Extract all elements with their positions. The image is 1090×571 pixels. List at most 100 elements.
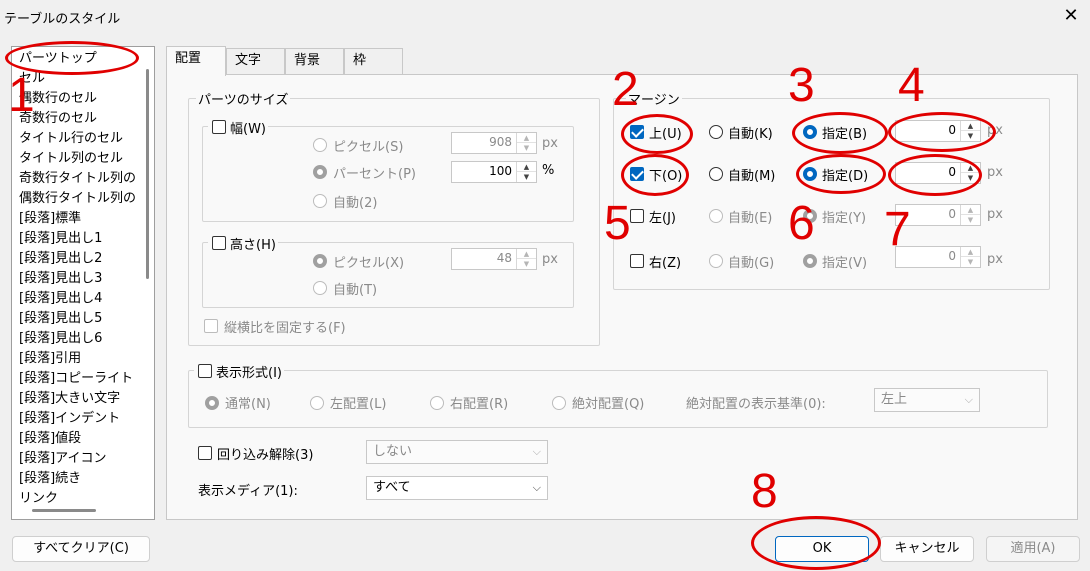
cancel-button[interactable]: キャンセル xyxy=(880,536,974,562)
spin-down-icon[interactable]: ▼ xyxy=(961,215,980,225)
media-label: 表示メディア(1): xyxy=(198,484,298,499)
spin-up-icon[interactable]: ▲ xyxy=(961,247,980,257)
margin-bottom-specify-radio[interactable] xyxy=(803,167,817,181)
spin-up-icon[interactable]: ▲ xyxy=(961,163,980,173)
list-item[interactable]: [段落]見出し3 xyxy=(19,269,102,289)
list-item[interactable]: [段落]標準 xyxy=(19,209,81,229)
margin-right-specify-radio[interactable] xyxy=(803,254,817,268)
width-auto-radio[interactable] xyxy=(313,194,327,208)
list-item[interactable]: [段落]見出し5 xyxy=(19,309,102,329)
list-vertical-scrollbar[interactable] xyxy=(141,47,154,519)
height-auto-radio[interactable] xyxy=(313,281,327,295)
annotation-number-3: 3 xyxy=(788,59,815,112)
list-scroll-thumb[interactable] xyxy=(146,69,149,279)
display-left-radio[interactable] xyxy=(310,396,324,410)
spin-down-icon[interactable]: ▼ xyxy=(517,143,536,153)
list-item[interactable]: [段落]見出し6 xyxy=(19,329,102,349)
margin-bottom-auto-radio[interactable] xyxy=(709,167,723,181)
wrap-clear-checkbox[interactable] xyxy=(198,446,212,460)
list-item[interactable]: [段落]コピーライト xyxy=(19,369,133,389)
list-item[interactable]: パーツトップ xyxy=(19,49,97,69)
width-pixel-label: ピクセル(S) xyxy=(333,140,404,155)
media-select[interactable]: すべて ⌵ xyxy=(366,476,548,500)
margin-right-label: 右(Z) xyxy=(649,256,682,271)
list-item[interactable]: [段落]続き xyxy=(19,469,81,489)
width-checkbox[interactable] xyxy=(212,120,226,134)
margin-bottom-checkbox[interactable] xyxy=(630,167,644,181)
margin-top-checkbox[interactable] xyxy=(630,125,644,139)
spin-up-icon[interactable]: ▲ xyxy=(517,249,536,259)
margin-right-auto-radio[interactable] xyxy=(709,254,723,268)
width-pixel-radio[interactable] xyxy=(313,138,327,152)
wrap-clear-value: しない xyxy=(373,444,413,459)
display-right-label: 右配置(R) xyxy=(450,397,509,412)
list-item[interactable]: 偶数行タイトル列の xyxy=(19,189,136,209)
margin-top-value: 0 xyxy=(948,123,956,137)
annotation-number-2: 2 xyxy=(612,63,639,116)
height-checkbox[interactable] xyxy=(212,236,226,250)
margin-bottom-specify-label: 指定(D) xyxy=(822,169,869,184)
spin-down-icon[interactable]: ▼ xyxy=(961,173,980,183)
spin-down-icon[interactable]: ▼ xyxy=(961,257,980,267)
annotation-number-4: 4 xyxy=(898,59,925,112)
margin-top-specify-label: 指定(B) xyxy=(822,127,868,142)
margin-right-specify-label: 指定(V) xyxy=(822,256,868,271)
clear-all-button[interactable]: すべてクリア(C) xyxy=(12,536,150,562)
margin-left-checkbox[interactable] xyxy=(630,209,644,223)
spin-down-icon[interactable]: ▼ xyxy=(517,259,536,269)
margin-top-auto-radio[interactable] xyxy=(709,125,723,139)
width-percent-label: パーセント(P) xyxy=(333,167,416,182)
margin-bottom-stepper[interactable]: 0 ▲ ▼ xyxy=(895,162,981,184)
list-item[interactable]: タイトル列のセル xyxy=(19,149,123,169)
media-value: すべて xyxy=(373,480,411,495)
tab-layout[interactable]: 配置 xyxy=(166,46,226,76)
ok-button[interactable]: OK xyxy=(775,536,869,562)
wrap-clear-label: 回り込み解除(3) xyxy=(217,448,314,463)
spin-up-icon[interactable]: ▲ xyxy=(961,121,980,131)
margin-left-auto-radio[interactable] xyxy=(709,209,723,223)
spin-down-icon[interactable]: ▼ xyxy=(961,131,980,141)
display-absolute-radio[interactable] xyxy=(552,396,566,410)
display-format-checkbox[interactable] xyxy=(198,364,212,378)
close-icon[interactable]: ✕ xyxy=(1060,4,1082,28)
list-item[interactable]: [段落]見出し2 xyxy=(19,249,102,269)
tab-background[interactable]: 背景 xyxy=(285,48,344,74)
margin-top-stepper[interactable]: 0 ▲ ▼ xyxy=(895,120,981,142)
list-item[interactable]: 奇数行タイトル列の xyxy=(19,169,136,189)
list-item[interactable]: リンク xyxy=(19,489,58,509)
margin-bottom-value: 0 xyxy=(948,165,956,179)
spin-down-icon[interactable]: ▼ xyxy=(517,172,536,182)
chevron-down-icon: ⌵ xyxy=(964,393,973,406)
width-percent-radio[interactable] xyxy=(313,165,327,179)
window-title: テーブルのスタイル xyxy=(4,12,121,27)
absolute-base-select[interactable]: 左上 ⌵ xyxy=(874,388,980,412)
list-item[interactable]: タイトル行のセル xyxy=(19,129,123,149)
width-percent-stepper[interactable]: 100 ▲ ▼ xyxy=(451,161,537,183)
apply-button[interactable]: 適用(A) xyxy=(986,536,1080,562)
spin-up-icon[interactable]: ▲ xyxy=(517,133,536,143)
height-auto-label: 自動(T) xyxy=(333,283,378,298)
height-pixel-stepper[interactable]: 48 ▲ ▼ xyxy=(451,248,537,270)
aspect-ratio-checkbox[interactable] xyxy=(204,319,218,333)
wrap-clear-select[interactable]: しない ⌵ xyxy=(366,440,548,464)
spin-up-icon[interactable]: ▲ xyxy=(517,162,536,172)
height-pixel-radio[interactable] xyxy=(313,254,327,268)
list-item[interactable]: [段落]大きい文字 xyxy=(19,389,120,409)
list-item[interactable]: [段落]見出し1 xyxy=(19,229,102,249)
display-right-radio[interactable] xyxy=(430,396,444,410)
list-item[interactable]: [段落]アイコン xyxy=(19,449,107,469)
list-item[interactable]: [段落]見出し4 xyxy=(19,289,102,309)
display-normal-radio[interactable] xyxy=(205,396,219,410)
list-horizontal-scroll-thumb[interactable] xyxy=(32,509,96,512)
tab-border[interactable]: 枠 xyxy=(344,48,403,74)
list-item[interactable]: [段落]引用 xyxy=(19,349,81,369)
annotation-number-8: 8 xyxy=(751,465,778,518)
annotation-number-6: 6 xyxy=(788,197,815,250)
list-item[interactable]: [段落]値段 xyxy=(19,429,81,449)
tab-text[interactable]: 文字 xyxy=(226,48,285,74)
list-item[interactable]: [段落]インデント xyxy=(19,409,120,429)
margin-right-checkbox[interactable] xyxy=(630,254,644,268)
width-pixel-stepper[interactable]: 908 ▲ ▼ xyxy=(451,132,537,154)
spin-up-icon[interactable]: ▲ xyxy=(961,205,980,215)
margin-top-specify-radio[interactable] xyxy=(803,125,817,139)
